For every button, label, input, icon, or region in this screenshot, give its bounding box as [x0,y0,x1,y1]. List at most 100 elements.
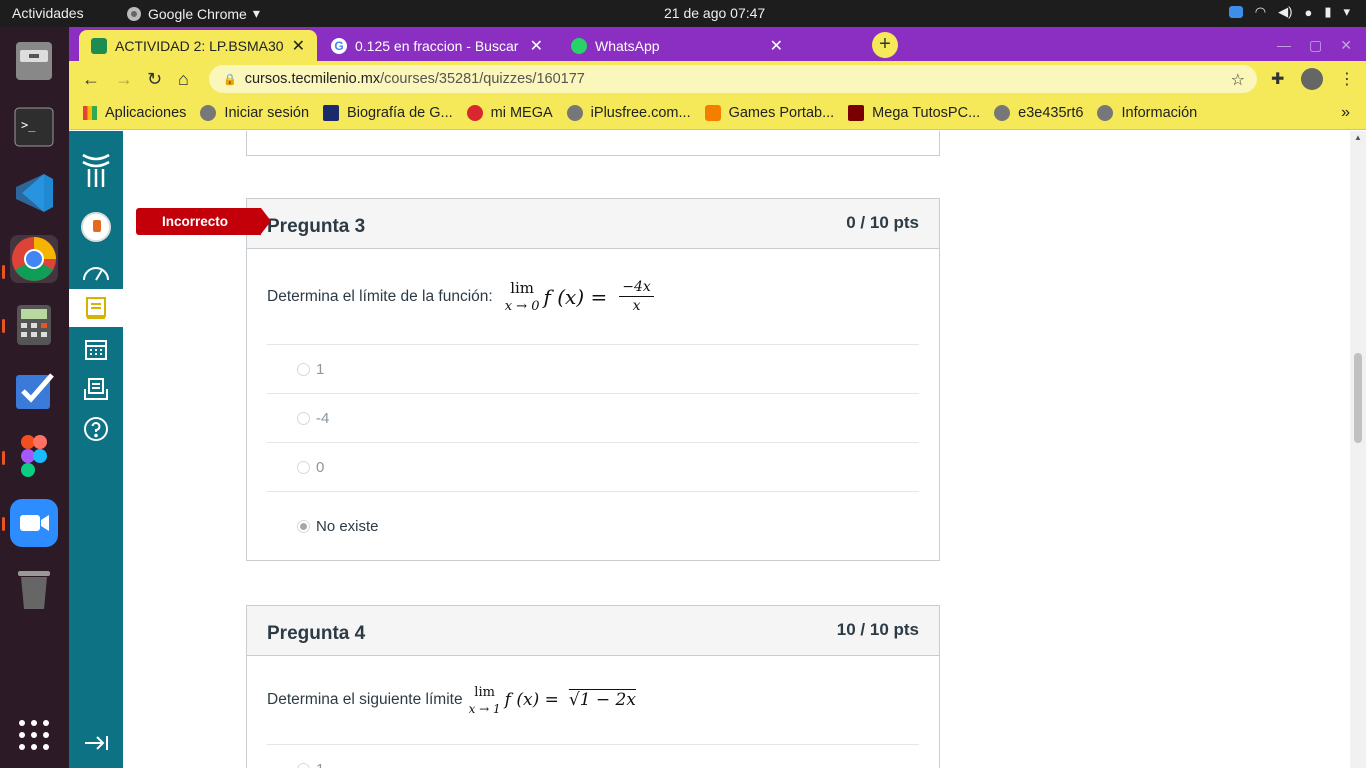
bb-logo-icon [323,105,340,121]
app-menu[interactable]: Google Chrome ▾ [126,5,260,22]
prompt-text: Determina el siguiente límite [267,691,463,708]
close-icon[interactable]: ✕ [530,36,543,56]
bookmark-mi-mega[interactable]: mi MEGA [466,105,553,121]
collapse-nav-arrow-icon[interactable] [69,723,123,763]
clock[interactable]: 21 de ago 07:47 [664,5,765,21]
radio-button[interactable] [297,411,310,425]
close-icon[interactable]: ✕ [292,36,305,56]
question-prompt: Determina el siguiente límite lim x → 1 f… [267,656,919,745]
mega-logo-icon [466,105,483,121]
answer-option-selected[interactable]: No existe [267,492,919,560]
home-icon[interactable]: ⌂ [178,69,189,90]
volume-icon: ◀) [1278,4,1293,19]
lms-global-nav [69,131,123,768]
reload-icon[interactable]: ↻ [147,69,162,90]
answer-option[interactable]: 0 [267,443,919,492]
system-tray[interactable]: ◠ ◀) ● ▮ ▾ [1228,4,1350,20]
question-prompt: Determina el límite de la función: lim x … [267,249,919,345]
math-expression: lim x → 1 f (x) = √1 − 2x [468,684,636,716]
bookmark-mega-tutospc[interactable]: Mega TutosPC... [848,105,980,121]
tutospc-icon [848,105,865,121]
globe-icon [1097,105,1114,121]
blogger-icon [704,105,721,121]
scroll-up-arrow-icon[interactable]: ▲ [1354,133,1362,142]
tab-actividad[interactable]: ACTIVIDAD 2: LP.BSMA30 ✕ [79,30,317,61]
close-icon[interactable]: ✕ [770,36,783,56]
file-cabinet-icon[interactable] [10,37,58,85]
dashboard-gauge-icon[interactable] [69,251,123,291]
inbox-icon[interactable] [69,369,123,409]
bookmark-iniciar-sesion[interactable]: Iniciar sesión [200,105,309,121]
bookmark-iplusfree[interactable]: iPlusfree.com... [566,105,691,121]
whatsapp-favicon-icon [571,37,587,54]
account-avatar-icon[interactable] [69,207,123,247]
maximize-icon[interactable]: ▢ [1309,37,1322,54]
zoom-icon[interactable] [10,499,58,547]
math-expression: lim x → 0 f (x) = −4x x [505,279,654,314]
incorrect-badge: Incorrecto [136,208,271,235]
bookmarks-bar: Aplicaciones Iniciar sesión Biografía de… [69,97,1366,130]
app-menu-label: Google Chrome [148,5,247,22]
dock: >_ [0,27,69,768]
radio-button-selected[interactable] [297,519,310,533]
tecmilenio-logo-icon[interactable] [69,147,123,191]
terminal-icon[interactable]: >_ [10,103,58,151]
question-4: Pregunta 4 10 / 10 pts Determina el sigu… [246,605,940,768]
answer-option[interactable]: 1 [267,745,919,768]
help-question-icon[interactable] [69,409,123,449]
calendar-icon[interactable] [69,329,123,369]
close-icon[interactable]: ✕ [1340,37,1352,54]
question-3: Pregunta 3 0 / 10 pts Determina el límit… [246,198,940,561]
answer-option[interactable]: -4 [267,394,919,443]
extensions-puzzle-icon[interactable]: ✚ [1271,69,1284,89]
bookmark-aplicaciones[interactable]: Aplicaciones [83,105,186,121]
chevron-down-icon: ▾ [252,5,260,21]
apps-grid-icon [83,106,97,120]
camera-icon [1228,6,1243,18]
vscode-icon[interactable] [10,169,58,217]
bookmark-informacion[interactable]: Información [1097,105,1197,121]
figma-icon[interactable] [10,433,58,481]
more-bookmarks-icon[interactable]: » [1341,104,1350,122]
menu-kebab-icon[interactable]: ⋮ [1339,69,1355,89]
courses-book-icon[interactable] [69,289,123,327]
globe-icon [994,105,1011,121]
tasks-checkmark-icon[interactable] [10,367,58,415]
bookmark-star-icon[interactable]: ☆ [1231,70,1245,90]
bookmark-e3e435rt6[interactable]: e3e435rt6 [994,105,1083,121]
bookmark-biografia[interactable]: Biografía de G... [323,105,453,121]
tab-google-search[interactable]: G 0.125 en fraccion - Buscar ✕ [319,30,555,61]
previous-question-box [246,131,940,156]
browser-toolbar: ← → ↻ ⌂ 🔒 cursos.tecmilenio.mx/courses/3… [69,61,1366,97]
prompt-text: Determina el límite de la función: [267,287,493,305]
address-bar[interactable]: 🔒 cursos.tecmilenio.mx/courses/35281/qui… [209,65,1257,93]
lock-icon: 🔒 [223,73,237,86]
tab-whatsapp[interactable]: WhatsApp ✕ [559,30,795,61]
answer-option[interactable]: 1 [267,345,919,394]
forward-arrow-icon[interactable]: → [115,69,133,90]
bookmark-games-portab[interactable]: Games Portab... [704,105,834,121]
page-scrollbar[interactable]: ▲ [1350,131,1366,768]
scrollbar-thumb[interactable] [1354,353,1362,443]
url-host: cursos.tecmilenio.mx [244,71,381,87]
system-top-bar: Actividades Google Chrome ▾ 21 de ago 07… [0,0,1366,27]
radio-button[interactable] [297,362,310,376]
question-points: 0 / 10 pts [846,213,919,232]
question-title: Pregunta 3 [267,216,366,237]
calculator-icon[interactable] [10,301,58,349]
chrome-icon [127,6,141,21]
chrome-dock-icon[interactable] [10,235,58,283]
minimize-icon[interactable]: — [1277,37,1291,54]
window-controls: — ▢ ✕ [1277,37,1352,54]
microphone-icon: ● [1304,4,1313,20]
new-tab-button[interactable]: + [872,32,898,58]
profile-avatar[interactable] [1301,68,1323,90]
radio-button[interactable] [297,763,310,768]
trash-icon[interactable] [10,565,58,613]
show-applications-icon[interactable] [10,711,58,759]
activities-button[interactable]: Actividades [12,5,84,21]
tab-strip: ACTIVIDAD 2: LP.BSMA30 ✕ G 0.125 en frac… [69,27,1366,61]
google-favicon-icon: G [331,37,347,54]
radio-button[interactable] [297,460,310,474]
back-arrow-icon[interactable]: ← [82,69,100,90]
